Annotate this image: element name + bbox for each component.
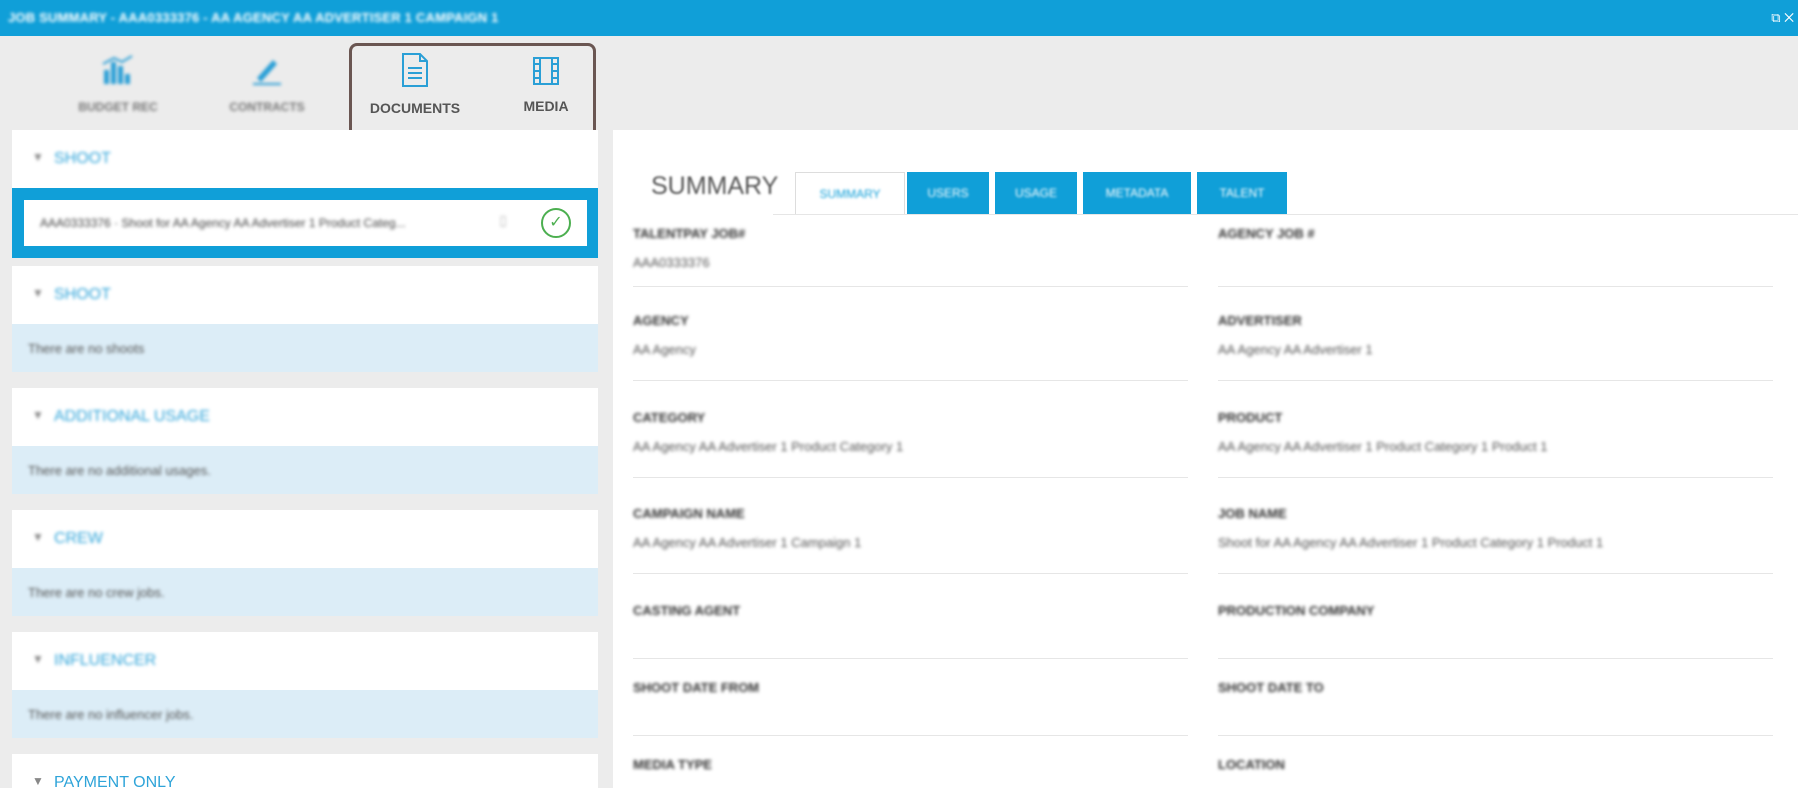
field-talentpay-job: TALENTPAY JOB# AAA0333376 bbox=[633, 226, 1188, 287]
tab-usage[interactable]: USAGE bbox=[995, 172, 1077, 214]
contract-pen-icon bbox=[253, 60, 281, 85]
field-agency: AGENCY AA Agency bbox=[633, 313, 1188, 381]
tab-divider bbox=[773, 214, 1798, 215]
field-media-type: MEDIA TYPE bbox=[633, 757, 712, 772]
trash-icon[interactable]: ▯ bbox=[499, 212, 507, 229]
field-shoot-date-from: SHOOT DATE FROM bbox=[633, 680, 1188, 736]
field-casting-agent: CASTING AGENT bbox=[633, 603, 1188, 659]
section-title: SHOOT bbox=[54, 150, 111, 167]
field-category: CATEGORY AA Agency AA Advertiser 1 Produ… bbox=[633, 410, 1188, 478]
chevron-down-icon: ▼ bbox=[32, 286, 44, 300]
section-header-additional-usage[interactable]: ▼ ADDITIONAL USAGE bbox=[12, 388, 598, 446]
section-header-shoot[interactable]: ▼ SHOOT bbox=[12, 130, 598, 188]
toolbar-budget-rec-button[interactable]: BUDGET REC bbox=[58, 52, 178, 122]
selected-job-row[interactable]: AAA0333376 · Shoot for AA Agency AA Adve… bbox=[12, 188, 598, 258]
empty-text: There are no additional usages. bbox=[28, 463, 211, 478]
empty-row-shoots: There are no shoots bbox=[12, 324, 598, 372]
toolbar-label: BUDGET REC bbox=[78, 100, 158, 114]
chevron-down-icon: ▼ bbox=[32, 530, 44, 544]
empty-row-influencer: There are no influencer jobs. bbox=[12, 690, 598, 738]
section-title: SHOOT bbox=[54, 286, 111, 303]
empty-row-crew: There are no crew jobs. bbox=[12, 568, 598, 616]
field-production-company: PRODUCTION COMPANY bbox=[1218, 603, 1773, 659]
field-product: PRODUCT AA Agency AA Advertiser 1 Produc… bbox=[1218, 410, 1773, 478]
field-agency-job: AGENCY JOB # bbox=[1218, 226, 1773, 287]
section-header-crew[interactable]: ▼ CREW bbox=[12, 510, 598, 568]
chevron-down-icon: ▼ bbox=[32, 652, 44, 666]
window-title: JOB SUMMARY - AAA0333376 - AA AGENCY AA … bbox=[8, 10, 499, 25]
empty-text: There are no crew jobs. bbox=[28, 585, 165, 600]
check-icon[interactable]: ✓ bbox=[541, 208, 571, 238]
window-titlebar: JOB SUMMARY - AAA0333376 - AA AGENCY AA … bbox=[0, 0, 1798, 36]
toolbar-label: CONTRACTS bbox=[229, 100, 305, 114]
toolbar-contracts-button[interactable]: CONTRACTS bbox=[207, 52, 327, 122]
chevron-down-icon: ▼ bbox=[32, 774, 44, 788]
field-job-name: JOB NAME Shoot for AA Agency AA Advertis… bbox=[1218, 506, 1773, 574]
chevron-down-icon: ▼ bbox=[32, 150, 44, 164]
empty-row-usages: There are no additional usages. bbox=[12, 446, 598, 494]
tab-talent[interactable]: TALENT bbox=[1197, 172, 1287, 214]
tab-users[interactable]: USERS bbox=[907, 172, 989, 214]
empty-text: There are no influencer jobs. bbox=[28, 707, 194, 722]
section-title: PAYMENT ONLY bbox=[54, 774, 176, 788]
field-location: LOCATION bbox=[1218, 757, 1285, 772]
selected-job-text: AAA0333376 · Shoot for AA Agency AA Adve… bbox=[40, 216, 406, 230]
job-sections-panel: ▼ SHOOT AAA0333376 · Shoot for AA Agency… bbox=[12, 130, 598, 788]
selected-job-card: AAA0333376 · Shoot for AA Agency AA Adve… bbox=[24, 200, 587, 246]
field-campaign-name: CAMPAIGN NAME AA Agency AA Advertiser 1 … bbox=[633, 506, 1188, 574]
section-title: CREW bbox=[54, 530, 103, 547]
section-title: ADDITIONAL USAGE bbox=[54, 408, 210, 425]
tab-summary[interactable]: SUMMARY bbox=[795, 172, 905, 214]
window-controls-icon[interactable]: ⧉ ✕ bbox=[1771, 10, 1794, 26]
budget-chart-icon bbox=[102, 55, 133, 84]
section-header-payment-only[interactable]: ▼ PAYMENT ONLY bbox=[12, 754, 598, 788]
empty-text: There are no shoots bbox=[28, 341, 145, 356]
summary-heading: SUMMARY bbox=[651, 172, 779, 200]
section-header-influencer[interactable]: ▼ INFLUENCER bbox=[12, 632, 598, 690]
tab-metadata[interactable]: METADATA bbox=[1083, 172, 1191, 214]
field-shoot-date-to: SHOOT DATE TO bbox=[1218, 680, 1773, 736]
chevron-down-icon: ▼ bbox=[32, 408, 44, 422]
summary-panel: SUMMARY SUMMARY USERS USAGE METADATA TAL… bbox=[613, 130, 1798, 788]
section-title: INFLUENCER bbox=[54, 652, 157, 669]
highlight-frame bbox=[349, 43, 596, 140]
section-header-shoot-2[interactable]: ▼ SHOOT bbox=[12, 266, 598, 324]
field-advertiser: ADVERTISER AA Agency AA Advertiser 1 bbox=[1218, 313, 1773, 381]
